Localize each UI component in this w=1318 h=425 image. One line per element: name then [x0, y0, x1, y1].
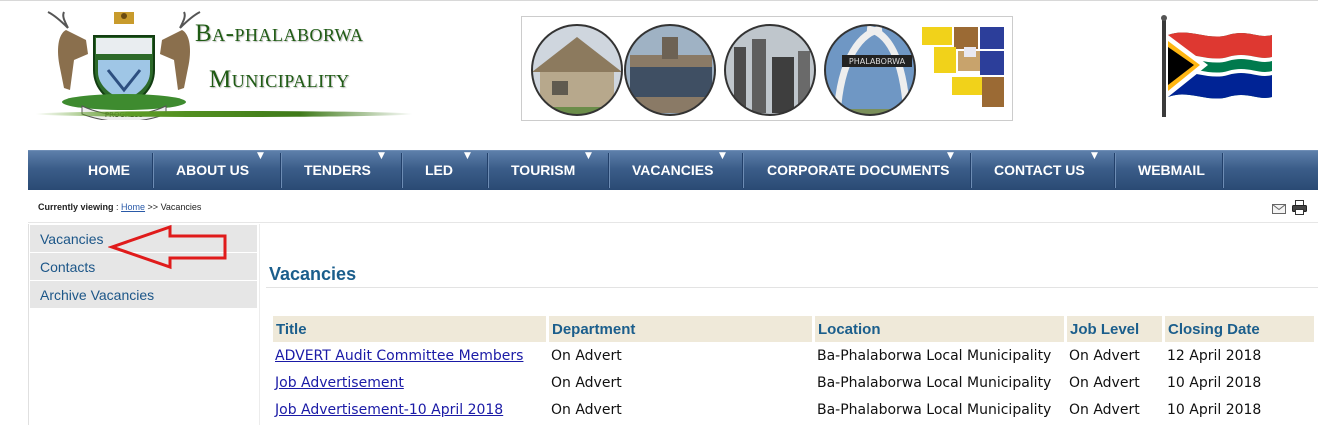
vacancy-title-link[interactable]: ADVERT Audit Committee Members [275, 348, 523, 364]
mail-icon[interactable] [1272, 202, 1286, 214]
nav-vacancies[interactable]: VACANCIES [632, 151, 713, 190]
coat-of-arms-icon: PROGRESS [47, 11, 201, 120]
chevron-down-icon: ▼ [585, 151, 592, 161]
header-banner: PHALABORWA [521, 16, 1013, 121]
municipality-logo[interactable]: PROGRESS Ba-phalaborwa Municipality [30, 8, 415, 130]
table-row: Job Advertisement-10 April 2018 On Adver… [273, 396, 1314, 423]
chevron-down-icon: ▼ [947, 151, 954, 161]
banner-photo-gate: PHALABORWA [825, 25, 915, 115]
vacancy-title-link[interactable]: Job Advertisement-10 April 2018 [275, 402, 503, 418]
banner-photo-offices [625, 25, 715, 115]
nav-led[interactable]: LED [425, 151, 453, 190]
breadcrumb-text: Currently viewing : Home >> Vacancies [38, 202, 201, 212]
vacancy-job-level: On Advert [1069, 347, 1140, 364]
main-navbar: HOME ABOUT US ▼ TENDERS ▼ LED ▼ TOURISM … [28, 150, 1318, 190]
col-closing-date: Closing Date [1165, 316, 1314, 342]
breadcrumb-colon: : [113, 202, 122, 212]
page-title: Vacancies [269, 264, 357, 284]
vacancy-department: On Advert [551, 347, 622, 364]
logo-line2: Municipality [209, 66, 350, 93]
table-row: Job Advertisement On Advert Ba-Phalaborw… [273, 369, 1314, 396]
vacancy-job-level: On Advert [1069, 401, 1140, 418]
chevron-down-icon: ▼ [257, 151, 264, 161]
nav-corporate-documents[interactable]: CORPORATE DOCUMENTS [767, 151, 950, 190]
vacancy-location: Ba-Phalaborwa Local Municipality [817, 401, 1052, 418]
chevron-down-icon: ▼ [464, 151, 471, 161]
print-icon[interactable] [1292, 200, 1307, 215]
vacancy-title-link[interactable]: Job Advertisement [275, 375, 404, 391]
col-job-level: Job Level [1067, 316, 1162, 342]
vacancies-table: Title Department Location Job Level Clos… [270, 316, 1317, 423]
banner-photo-building [532, 25, 622, 115]
table-header-row: Title Department Location Job Level Clos… [273, 316, 1314, 342]
south-africa-flag-icon [1161, 15, 1272, 117]
vacancy-closing-date: 10 April 2018 [1167, 374, 1262, 391]
nav-tenders[interactable]: TENDERS [304, 151, 371, 190]
breadcrumb-home-link[interactable]: Home [121, 202, 145, 212]
logo-underline [35, 111, 413, 117]
banner-photo-industry [725, 25, 815, 115]
breadcrumb-prefix: Currently viewing [38, 202, 114, 212]
breadcrumb-separator: >> [145, 202, 161, 212]
side-item-archive-vacancies[interactable]: Archive Vacancies [30, 281, 257, 308]
nav-webmail[interactable]: WEBMAIL [1138, 151, 1205, 190]
title-divider [266, 287, 1318, 288]
breadcrumb-current: Vacancies [160, 202, 202, 212]
nav-contact-us[interactable]: CONTACT US [994, 151, 1085, 190]
nav-home[interactable]: HOME [88, 151, 130, 190]
banner-sign-text: PHALABORWA [849, 57, 906, 66]
annotation-arrow-icon [108, 224, 227, 270]
col-title: Title [273, 316, 546, 342]
table-row: ADVERT Audit Committee Members On Advert… [273, 342, 1314, 369]
vacancy-location: Ba-Phalaborwa Local Municipality [817, 347, 1052, 364]
col-location: Location [815, 316, 1064, 342]
chevron-down-icon: ▼ [719, 151, 726, 161]
nav-about-us[interactable]: ABOUT US [176, 151, 249, 190]
vacancy-closing-date: 12 April 2018 [1167, 347, 1262, 364]
chevron-down-icon: ▼ [378, 151, 385, 161]
col-department: Department [549, 316, 812, 342]
vacancy-location: Ba-Phalaborwa Local Municipality [817, 374, 1052, 391]
breadcrumb: Currently viewing : Home >> Vacancies [28, 194, 1318, 223]
vacancy-department: On Advert [551, 374, 622, 391]
logo-line1: Ba-phalaborwa [195, 20, 364, 47]
vacancy-closing-date: 10 April 2018 [1167, 401, 1262, 418]
nav-tourism[interactable]: TOURISM [511, 151, 575, 190]
vacancy-job-level: On Advert [1069, 374, 1140, 391]
chevron-down-icon: ▼ [1091, 151, 1098, 161]
banner-color-blocks [922, 27, 1004, 107]
site-header: PROGRESS Ba-phalaborwa Municipality [0, 0, 1318, 150]
vacancy-department: On Advert [551, 401, 622, 418]
